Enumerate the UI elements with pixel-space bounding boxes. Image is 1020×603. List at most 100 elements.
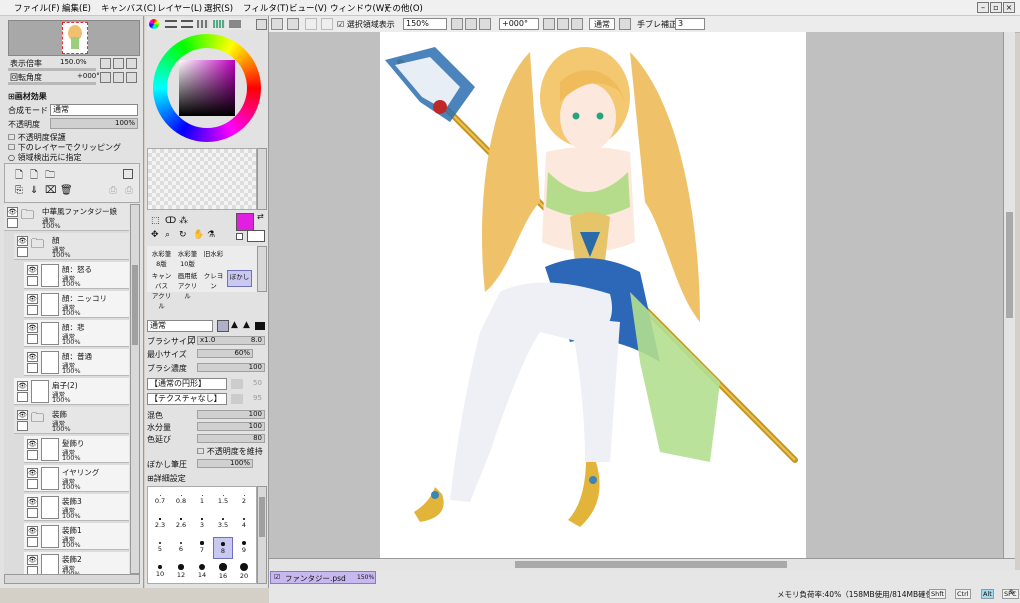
- layer-select-checkbox[interactable]: [17, 421, 28, 431]
- brush-tool-button[interactable]: 水彩筆 8版: [149, 248, 174, 268]
- rotate-right-button[interactable]: [113, 72, 124, 83]
- visibility-eye-icon[interactable]: 👁: [27, 555, 38, 565]
- layer-row[interactable]: 👁 顔：悲 通常 100%: [24, 320, 129, 347]
- brush-size-preset[interactable]: 3.5: [213, 513, 233, 535]
- canvas-hscrollbar[interactable]: [269, 558, 1015, 570]
- rect-select-icon[interactable]: ⬚: [151, 216, 160, 226]
- menu-window[interactable]: ウィンドウ(W): [330, 2, 388, 14]
- density-slider[interactable]: 100: [197, 363, 265, 372]
- palette-tab-icon[interactable]: [197, 20, 209, 28]
- visibility-eye-icon[interactable]: 👁: [27, 439, 38, 449]
- color-panel-collapse[interactable]: [256, 19, 267, 30]
- menu-select[interactable]: 選択(S): [204, 2, 233, 14]
- copy-layer-icon[interactable]: ⎘: [15, 185, 23, 196]
- navigator-preview[interactable]: [8, 20, 140, 56]
- brush-size-preset[interactable]: 5: [150, 537, 170, 559]
- clear-layer-icon[interactable]: [123, 169, 133, 179]
- redo-button[interactable]: [287, 18, 299, 30]
- transfer-up-icon[interactable]: ⎙: [125, 185, 133, 196]
- visibility-eye-icon[interactable]: 👁: [27, 323, 38, 333]
- mix-slider[interactable]: 100: [197, 410, 265, 419]
- visibility-eye-icon[interactable]: 👁: [17, 410, 28, 420]
- visibility-eye-icon[interactable]: 👁: [7, 207, 18, 217]
- layer-select-checkbox[interactable]: [27, 334, 38, 344]
- brush-tool-button[interactable]: 水彩筆 10版: [175, 248, 200, 268]
- brush-tool-button[interactable]: 旧水彩: [201, 248, 226, 265]
- visibility-eye-icon[interactable]: 👁: [27, 294, 38, 304]
- shape-sharp-icon[interactable]: [217, 320, 229, 332]
- color-wheel[interactable]: [153, 34, 261, 142]
- brush-tool-button[interactable]: 画用紙 アクリル: [175, 270, 200, 300]
- sub-color-swatch[interactable]: [247, 230, 265, 242]
- layer-select-checkbox[interactable]: [27, 537, 38, 547]
- visibility-eye-icon[interactable]: 👁: [17, 236, 28, 246]
- canvas-vscroll-thumb[interactable]: [1006, 212, 1013, 318]
- menu-other[interactable]: その他(O): [384, 2, 423, 14]
- visibility-eye-icon[interactable]: 👁: [27, 352, 38, 362]
- brush-size-preset[interactable]: 9: [234, 537, 254, 559]
- keep-opacity-checkbox[interactable]: ☐ 不透明度を維持: [197, 446, 263, 457]
- visibility-eye-icon[interactable]: 👁: [27, 526, 38, 536]
- new-folder-icon[interactable]: 🗀: [45, 168, 55, 185]
- brush-tool-button[interactable]: キャンバス アクリル: [149, 270, 174, 310]
- zoom-icon[interactable]: ⌕: [165, 230, 170, 240]
- texture-select[interactable]: 【テクスチャなし】: [147, 393, 227, 405]
- brush-size-preset[interactable]: 1.5: [213, 489, 233, 511]
- layer-select-checkbox[interactable]: [27, 450, 38, 460]
- selection-visibility-checkbox[interactable]: ☑ 選択領域表示: [337, 19, 395, 30]
- layer-select-checkbox[interactable]: [7, 218, 18, 228]
- layer-scrollbar[interactable]: [130, 204, 140, 574]
- blend-select[interactable]: 通常: [50, 104, 138, 116]
- transfer-down-icon[interactable]: ⎙: [109, 185, 117, 196]
- menu-view[interactable]: ビュー(V): [289, 2, 327, 14]
- layer-row[interactable]: 👁 🗀 中華風ファンタジー娘 通常 100%: [4, 204, 129, 231]
- menu-filter[interactable]: フィルタ(T): [243, 2, 289, 14]
- eyedropper-icon[interactable]: ⚗: [207, 230, 215, 240]
- shape-soft-icon[interactable]: ▲: [231, 320, 238, 330]
- brush-palette-scrollbar[interactable]: [257, 246, 267, 292]
- minimize-button[interactable]: –: [977, 2, 989, 13]
- swap-colors-icon[interactable]: ⇄: [257, 212, 264, 221]
- merge-down-icon[interactable]: ⇓: [30, 185, 38, 196]
- menu-edit[interactable]: 編集(E): [62, 2, 91, 14]
- scratch-scrollbar[interactable]: [257, 148, 267, 210]
- brush-size-preset[interactable]: 20: [234, 561, 254, 583]
- brush-size-preset[interactable]: 12: [171, 561, 191, 583]
- flip-view-button[interactable]: [619, 18, 631, 30]
- hand-icon[interactable]: ✋: [193, 230, 204, 240]
- brush-tool-button[interactable]: ぼかし: [227, 270, 252, 287]
- brush-size-preset[interactable]: 14: [192, 561, 212, 583]
- scratch-tab-icon[interactable]: [229, 20, 241, 28]
- lasso-icon[interactable]: ↀ: [165, 216, 176, 226]
- brush-shape-select[interactable]: 【通常の円形】: [147, 378, 227, 390]
- rotate-slider[interactable]: [8, 82, 96, 85]
- transparent-color-icon[interactable]: [236, 233, 243, 240]
- brush-size-preset[interactable]: 10: [150, 561, 170, 583]
- layer-select-checkbox[interactable]: [27, 276, 38, 286]
- layer-row[interactable]: 👁 🗀 装飾 通常 100%: [14, 407, 129, 434]
- scratch-pad[interactable]: [147, 148, 257, 210]
- menu-layer[interactable]: レイヤー(L): [157, 2, 202, 14]
- brush-blend-select[interactable]: 通常: [147, 320, 213, 332]
- layer-select-checkbox[interactable]: [17, 392, 28, 402]
- layer-select-checkbox[interactable]: [17, 247, 28, 257]
- brush-size-preset[interactable]: 1: [192, 489, 212, 511]
- min-size-slider[interactable]: 60%: [197, 349, 253, 358]
- restore-button[interactable]: ▫: [990, 2, 1002, 13]
- layer-row[interactable]: 👁 顔：普通 通常 100%: [24, 349, 129, 376]
- layer-row[interactable]: 👁 イヤリング 通常 100%: [24, 465, 129, 492]
- brush-size-preset[interactable]: 7: [192, 537, 212, 559]
- stretch-slider[interactable]: 80: [197, 434, 265, 443]
- layer-select-checkbox[interactable]: [27, 508, 38, 518]
- opacity-slider[interactable]: 100%: [50, 118, 138, 129]
- brush-size-preset[interactable]: 2: [234, 489, 254, 511]
- blur-slider[interactable]: 100%: [197, 459, 253, 468]
- layer-select-checkbox[interactable]: [27, 363, 38, 373]
- rotate-cw-button[interactable]: [557, 18, 569, 30]
- brush-size-slider[interactable]: x1.0 8.0: [197, 336, 265, 345]
- detail-settings[interactable]: ⊞詳細設定: [147, 473, 186, 484]
- layer-row[interactable]: 👁 顔：怒る 通常 100%: [24, 262, 129, 289]
- layer-row[interactable]: 👁 顔：ニッコリ 通常 100%: [24, 291, 129, 318]
- magic-wand-icon[interactable]: ⁂: [179, 216, 188, 226]
- zoom-slider[interactable]: [8, 68, 96, 71]
